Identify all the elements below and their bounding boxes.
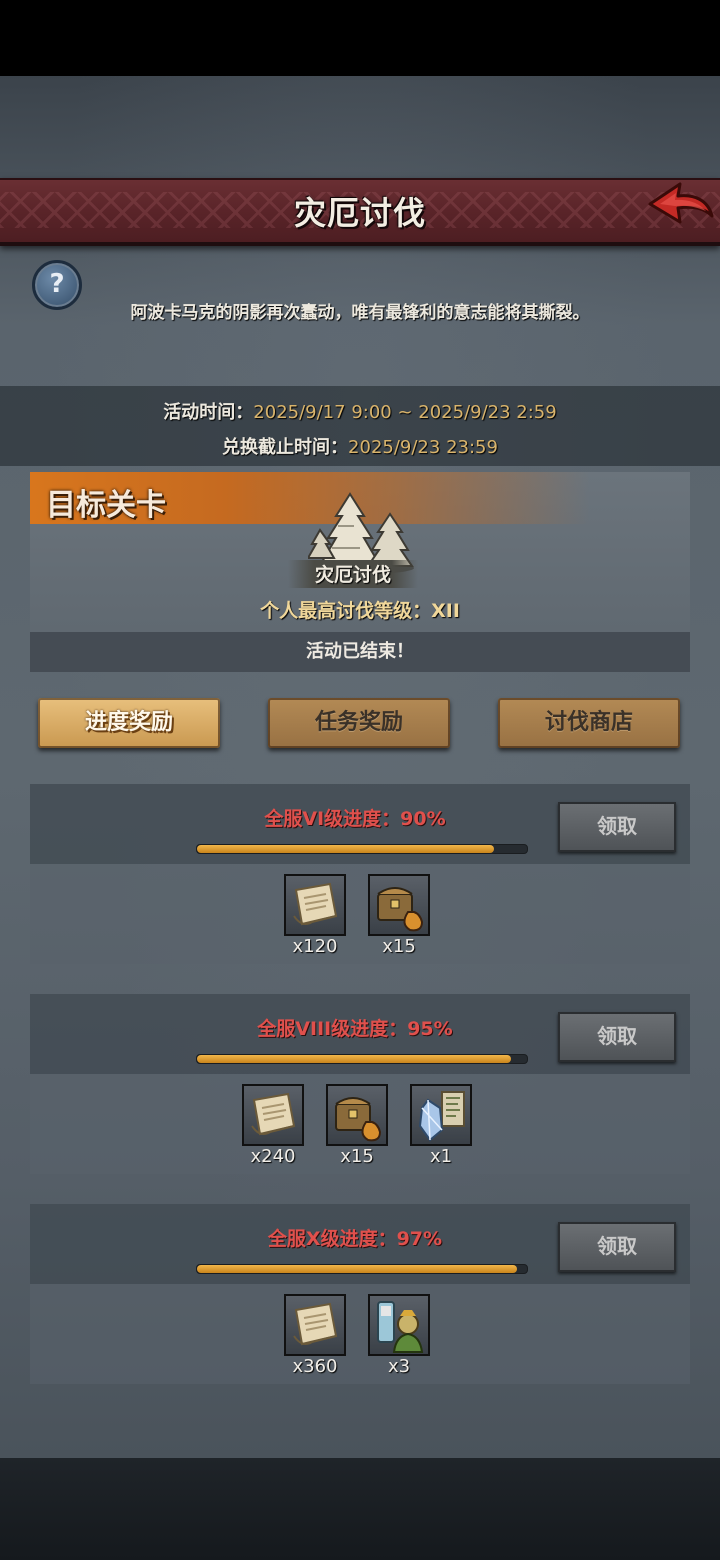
progress-bar-fill <box>197 1265 518 1273</box>
reward-item[interactable]: x120 <box>284 874 346 957</box>
reward-quantity: x360 <box>292 1356 338 1377</box>
crystal-icon <box>410 1084 472 1146</box>
activity-time: 活动时间：2025/9/17 9:00 ~ 2025/9/23 2:59 <box>0 398 720 424</box>
reward-item[interactable]: x3 <box>368 1294 430 1377</box>
scroll-icon <box>284 1294 346 1356</box>
reward-quantity: x3 <box>387 1356 411 1377</box>
progress-title: 全服X级进度：97% <box>267 1228 443 1250</box>
reward-item[interactable]: x15 <box>326 1084 388 1167</box>
tab-crusade-shop[interactable]: 讨伐商店 <box>498 698 680 748</box>
exchange-deadline: 兑换截止时间：2025/9/23 23:59 <box>0 433 720 459</box>
progress-bar-fill <box>197 845 494 853</box>
progress-bar <box>196 844 528 854</box>
target-stage-panel: 目标关卡 灾厄讨伐 个人最高讨伐等级：XII 活动已结束！ <box>30 472 690 672</box>
claim-button[interactable]: 领取 <box>558 1012 676 1062</box>
progress-bar-fill <box>197 1055 511 1063</box>
progress-bar <box>196 1264 528 1274</box>
reward-list: x120 x15 <box>30 874 690 958</box>
target-stage-title: 目标关卡 <box>46 488 166 523</box>
event-description: 阿波卡马克的阴影再次蠢动，唯有最锋利的意志能将其撕裂。 <box>130 303 590 323</box>
reward-quantity: x15 <box>340 1146 374 1167</box>
target-stage-name: 灾厄讨伐 <box>288 560 418 588</box>
back-button[interactable] <box>646 178 716 236</box>
event-time-panel: 活动时间：2025/9/17 9:00 ~ 2025/9/23 2:59 兑换截… <box>0 386 720 466</box>
progress-title: 全服VI级进度：90% <box>264 808 446 830</box>
reward-item[interactable]: x240 <box>242 1084 304 1167</box>
back-arrow-icon <box>648 182 714 224</box>
reward-item[interactable]: x1 <box>410 1084 472 1167</box>
reward-list: x360 x3 <box>30 1294 690 1378</box>
reward-quantity: x240 <box>250 1146 296 1167</box>
event-ended-status: 活动已结束！ <box>30 632 690 672</box>
claim-button[interactable]: 领取 <box>558 802 676 852</box>
reward-item[interactable]: x15 <box>368 874 430 957</box>
reward-quantity: x1 <box>429 1146 453 1167</box>
scroll-icon <box>284 874 346 936</box>
activity-time-label: 活动时间： <box>163 402 254 423</box>
progress-bar <box>196 1054 528 1064</box>
exchange-deadline-value: 2025/9/23 23:59 <box>348 437 498 458</box>
progress-card: 全服X级进度：97% 领取 x360 x3 <box>30 1204 690 1384</box>
treasure-chest-icon <box>368 874 430 936</box>
reward-quantity: x15 <box>382 936 416 957</box>
reward-item[interactable]: x360 <box>284 1294 346 1377</box>
scroll-icon <box>242 1084 304 1146</box>
title-banner: 灾厄讨伐 <box>0 178 720 246</box>
progress-card: 全服VIII级进度：95% 领取 x240 x15 x1 <box>30 994 690 1174</box>
highest-level-label: 个人最高讨伐等级： <box>260 600 432 622</box>
progress-card: 全服VI级进度：90% 领取 x120 x15 <box>30 784 690 964</box>
activity-time-value: 2025/9/17 9:00 ~ 2025/9/23 2:59 <box>253 402 557 423</box>
tab-progress-rewards[interactable]: 进度奖励 <box>38 698 220 748</box>
treasure-chest-icon <box>326 1084 388 1146</box>
reward-quantity: x120 <box>292 936 338 957</box>
claim-button[interactable]: 领取 <box>558 1222 676 1272</box>
status-bar <box>0 0 720 76</box>
progress-title: 全服VIII级进度：95% <box>257 1018 453 1040</box>
highest-level-value: XII <box>431 600 460 622</box>
exchange-deadline-label: 兑换截止时间： <box>222 437 349 458</box>
highest-level: 个人最高讨伐等级：XII <box>30 596 690 623</box>
bottom-bar <box>0 1458 720 1560</box>
potion-hero-icon <box>368 1294 430 1356</box>
page-title: 灾厄讨伐 <box>293 194 426 232</box>
reward-list: x240 x15 x1 <box>30 1084 690 1168</box>
tab-task-rewards[interactable]: 任务奖励 <box>268 698 450 748</box>
